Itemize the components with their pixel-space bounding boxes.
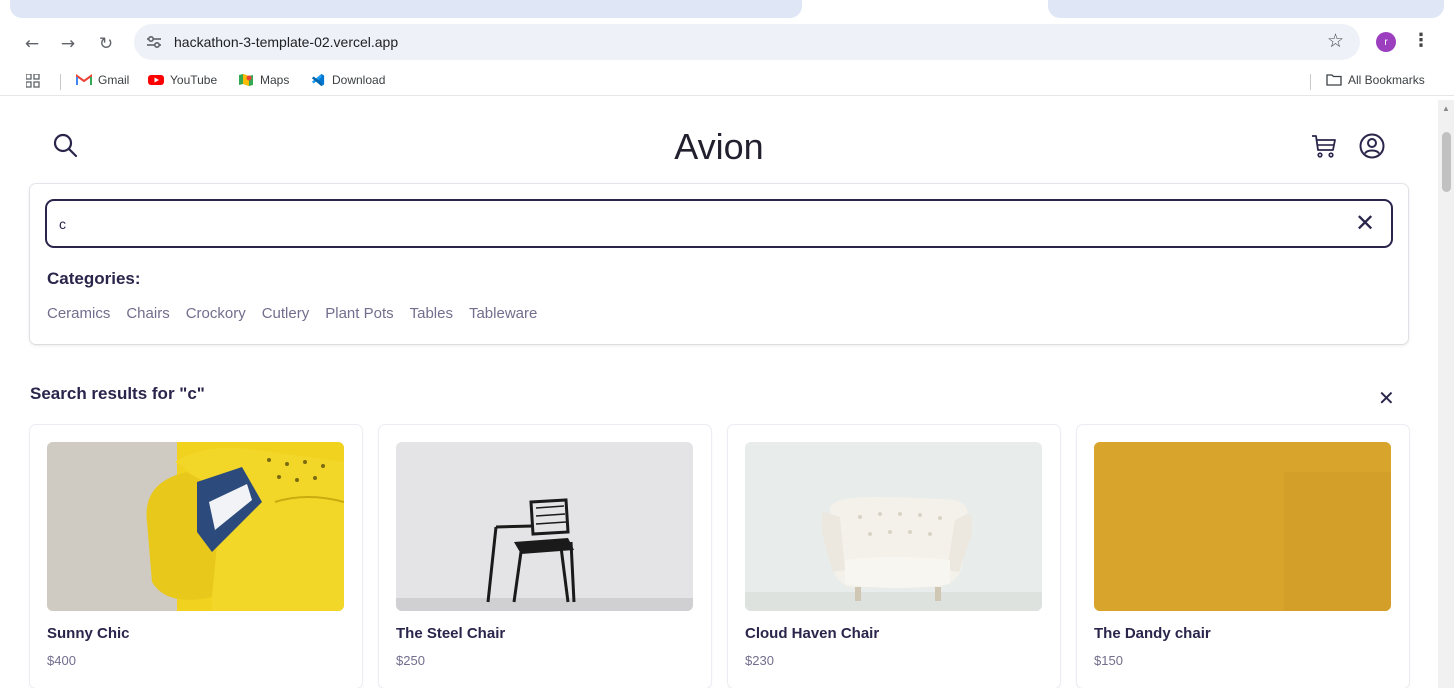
- categories-heading: Categories:: [47, 269, 141, 288]
- bookmark-star-icon[interactable]: ☆: [1327, 30, 1344, 52]
- scroll-up-arrow-icon[interactable]: ▲: [1442, 104, 1450, 113]
- youtube-icon: [148, 75, 164, 85]
- bookmark-label: Download: [332, 73, 386, 87]
- bookmark-download[interactable]: Download: [310, 73, 385, 87]
- category-link[interactable]: Ceramics: [47, 305, 110, 322]
- search-input[interactable]: [45, 199, 1393, 248]
- product-price: $230: [745, 653, 774, 668]
- back-arrow-icon[interactable]: ←: [18, 30, 46, 58]
- category-link[interactable]: Plant Pots: [325, 305, 393, 322]
- browser-tab[interactable]: [1048, 0, 1444, 18]
- shopping-cart-icon[interactable]: [1310, 132, 1338, 160]
- brand-logo[interactable]: Avion: [0, 126, 1438, 168]
- bookmark-separator: [1310, 74, 1311, 90]
- folder-icon: [1326, 74, 1342, 86]
- site-settings-icon[interactable]: [144, 32, 164, 52]
- bookmark-label: YouTube: [170, 73, 218, 87]
- bookmark-youtube[interactable]: YouTube: [148, 73, 217, 87]
- profile-avatar[interactable]: r: [1376, 32, 1396, 52]
- clear-search-icon[interactable]: ✕: [1350, 208, 1380, 238]
- category-link[interactable]: Chairs: [126, 305, 169, 322]
- scrollbar-thumb[interactable]: [1442, 132, 1451, 192]
- browser-toolbar: ← → ↻ hackathon-3-template-02.vercel.app…: [0, 24, 1454, 64]
- browser-menu-icon[interactable]: ⋮: [1412, 30, 1430, 51]
- product-card[interactable]: The Dandy chair $150: [1077, 425, 1409, 688]
- category-link[interactable]: Tables: [410, 305, 453, 322]
- bookmark-gmail[interactable]: Gmail: [76, 73, 129, 87]
- categories-list: Ceramics Chairs Crockory Cutlery Plant P…: [47, 305, 553, 322]
- product-name[interactable]: Sunny Chic: [47, 625, 130, 642]
- all-bookmarks-button[interactable]: All Bookmarks: [1326, 73, 1425, 87]
- search-results-heading: Search results for "c": [30, 384, 205, 403]
- apps-grid-icon[interactable]: [26, 74, 40, 88]
- product-card[interactable]: Sunny Chic $400: [30, 425, 362, 688]
- product-price: $400: [47, 653, 76, 668]
- category-link[interactable]: Tableware: [469, 305, 537, 322]
- product-name[interactable]: The Steel Chair: [396, 625, 505, 642]
- page-viewport: Avion ✕ Categories: Ceramics Chairs Croc…: [0, 100, 1454, 688]
- bookmark-label: Maps: [260, 73, 290, 87]
- product-card[interactable]: The Steel Chair $250: [379, 425, 711, 688]
- product-price: $150: [1094, 653, 1123, 668]
- forward-arrow-icon[interactable]: →: [54, 30, 82, 58]
- gmail-icon: [76, 74, 92, 85]
- vscode-icon: [311, 73, 325, 87]
- product-name[interactable]: Cloud Haven Chair: [745, 625, 879, 642]
- all-bookmarks-label: All Bookmarks: [1348, 73, 1425, 87]
- reload-icon[interactable]: ↻: [92, 30, 120, 58]
- bookmarks-bar: Gmail YouTube Maps Download All Bookmark…: [0, 66, 1454, 96]
- product-price: $250: [396, 653, 425, 668]
- address-bar[interactable]: hackathon-3-template-02.vercel.app ☆: [134, 24, 1360, 60]
- category-link[interactable]: Crockory: [186, 305, 246, 322]
- user-account-icon[interactable]: [1358, 132, 1386, 160]
- close-results-icon[interactable]: ✕: [1378, 386, 1395, 410]
- bookmark-separator: [60, 74, 61, 90]
- product-card[interactable]: Cloud Haven Chair $230: [728, 425, 1060, 688]
- product-image-cloud-chair[interactable]: [745, 442, 1042, 611]
- product-name[interactable]: The Dandy chair: [1094, 625, 1211, 642]
- bookmark-label: Gmail: [98, 73, 130, 87]
- page-scrollbar[interactable]: ▲: [1438, 100, 1454, 688]
- product-image-dandy-chair[interactable]: [1094, 442, 1391, 611]
- browser-tab-strip: [0, 0, 1454, 24]
- search-panel: ✕ Categories: Ceramics Chairs Crockory C…: [30, 184, 1408, 344]
- bookmark-maps[interactable]: Maps: [238, 73, 289, 87]
- product-grid: Sunny Chic $400 The Steel Chair $250 Clo…: [30, 425, 1410, 688]
- product-image-steel-chair[interactable]: [396, 442, 693, 611]
- url-text[interactable]: hackathon-3-template-02.vercel.app: [174, 34, 398, 50]
- maps-icon: [239, 74, 253, 86]
- browser-tab[interactable]: [10, 0, 802, 18]
- category-link[interactable]: Cutlery: [262, 305, 310, 322]
- product-image-sofa[interactable]: [47, 442, 344, 611]
